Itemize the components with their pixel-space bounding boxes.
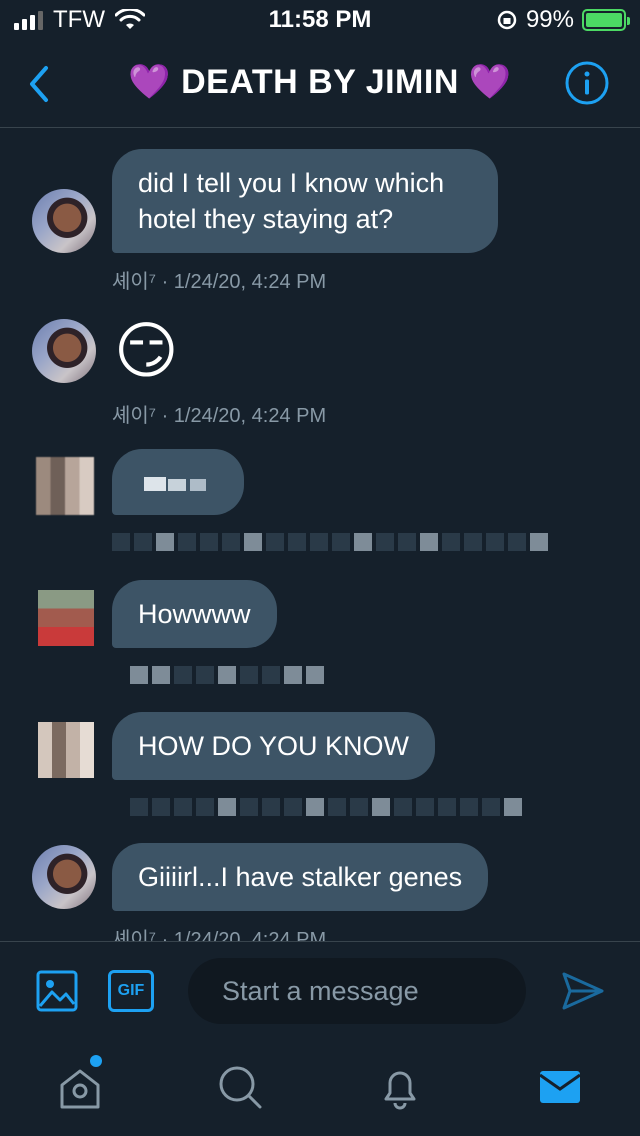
mail-icon[interactable] — [536, 1063, 584, 1111]
redacted-meta — [112, 533, 548, 553]
redacted-message-bubble[interactable] — [112, 449, 244, 515]
avatar[interactable] — [38, 590, 94, 646]
redacted-meta — [130, 798, 522, 818]
send-icon[interactable] — [560, 968, 606, 1014]
home-notification-dot — [90, 1055, 102, 1067]
message-meta: 셰이⁷ · 1/24/20, 4:24 PM — [112, 929, 327, 941]
rotation-lock-icon — [497, 10, 517, 30]
message-bubble[interactable]: Giiiirl...I have stalker genes — [112, 843, 489, 911]
avatar[interactable] — [32, 319, 96, 383]
avatar[interactable] — [36, 457, 94, 515]
search-icon[interactable] — [216, 1063, 264, 1111]
tab-bar — [0, 1041, 640, 1136]
avatar[interactable] — [32, 189, 96, 253]
message-bubble[interactable]: Howwww — [112, 580, 277, 648]
status-right: 99% — [496, 6, 630, 34]
info-icon[interactable] — [564, 60, 610, 106]
gif-icon[interactable]: GIF — [108, 970, 154, 1012]
message-list[interactable]: did I tell you I know which hotel they s… — [0, 129, 640, 941]
image-icon[interactable] — [36, 970, 78, 1012]
battery-percent: 99% — [525, 6, 574, 33]
message-composer: GIF — [0, 941, 640, 1041]
message-meta: 셰이⁷ · 1/24/20, 4:24 PM — [112, 405, 327, 427]
redacted-meta — [130, 666, 324, 686]
message-meta: 셰이⁷ · 1/24/20, 4:24 PM — [112, 271, 327, 293]
message-input[interactable] — [188, 958, 526, 1024]
bell-icon[interactable] — [376, 1063, 424, 1111]
conversation-header: 💜 DEATH BY JIMIN 💜 — [0, 42, 640, 128]
conversation-title: 💜 DEATH BY JIMIN 💜 — [128, 63, 512, 101]
avatar[interactable] — [38, 722, 94, 778]
avatar[interactable] — [32, 845, 96, 909]
message-bubble[interactable]: HOW DO YOU KNOW — [112, 712, 436, 780]
status-bar: TFW 11:58 PM 99% — [0, 0, 640, 40]
emoji-message[interactable]: 😏 — [114, 317, 179, 387]
message-bubble[interactable]: did I tell you I know which hotel they s… — [112, 149, 498, 253]
battery-icon — [582, 9, 630, 31]
home-icon[interactable] — [56, 1063, 104, 1111]
